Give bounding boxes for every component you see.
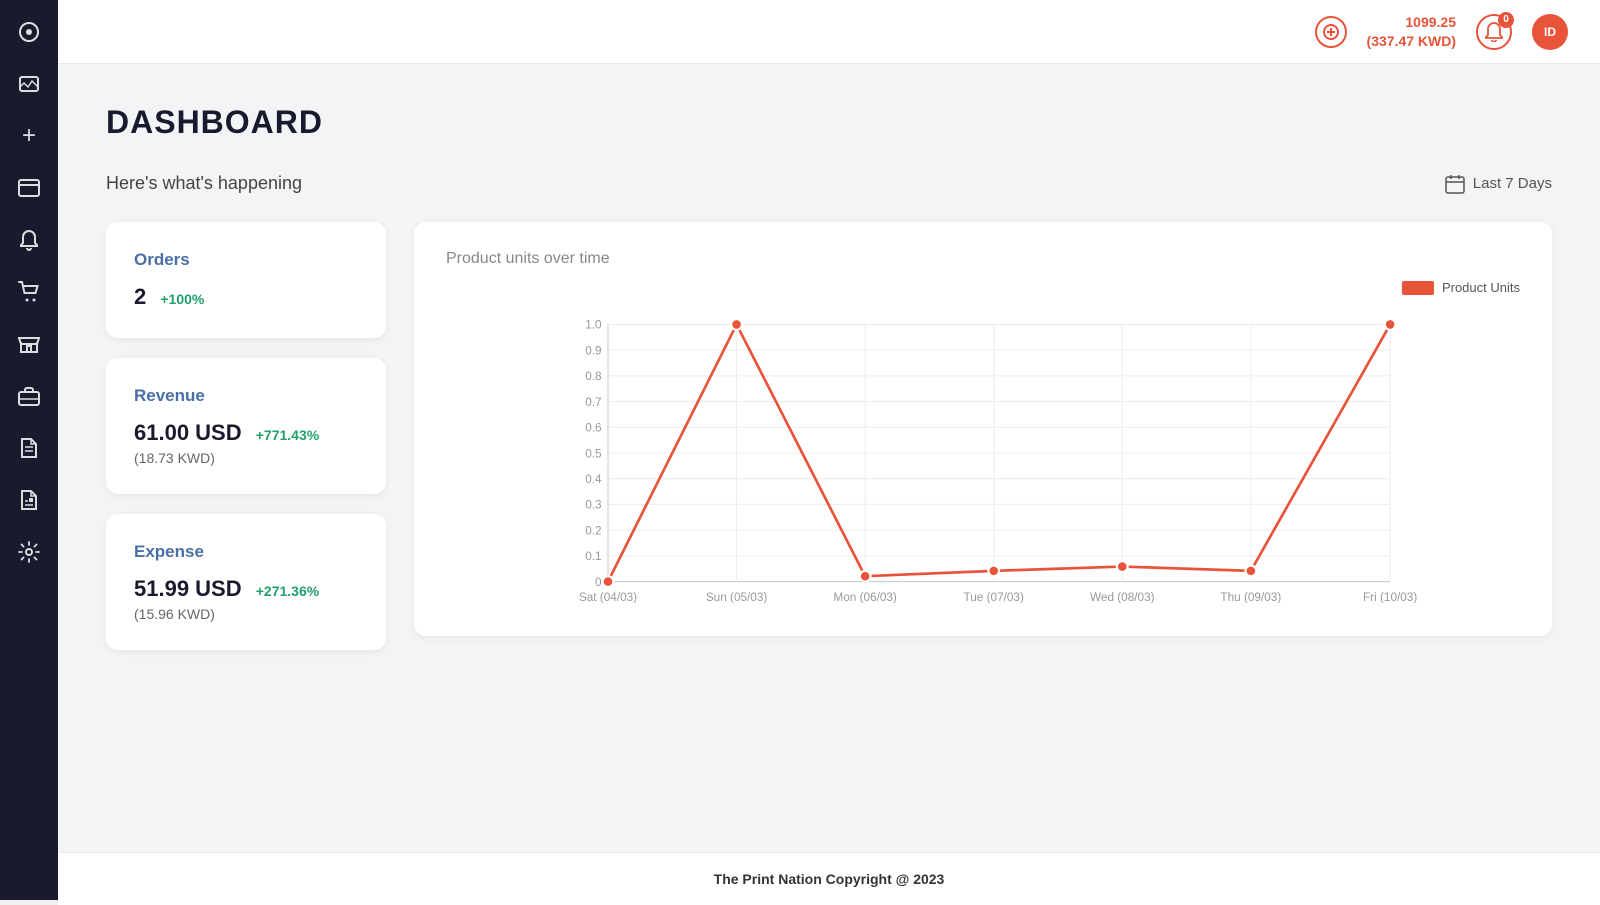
- dashboard-grid: Orders 2 +100% Revenue 61.00 USD +771.43…: [106, 222, 1552, 650]
- svg-text:Tue (07/03): Tue (07/03): [964, 591, 1024, 603]
- orders-card: Orders 2 +100%: [106, 222, 386, 338]
- orders-value: 2 +100%: [134, 284, 358, 310]
- svg-text:0.3: 0.3: [585, 499, 602, 512]
- section-subtitle: Here's what's happening: [106, 173, 302, 194]
- cart-icon[interactable]: [13, 276, 45, 308]
- report-icon[interactable]: [13, 484, 45, 516]
- bell-icon[interactable]: [13, 224, 45, 256]
- svg-text:0.6: 0.6: [585, 422, 602, 435]
- footer: The Print Nation Copyright @ 2023: [58, 852, 1600, 905]
- line-chart: 1.0 0.9 0.8 0.7 0.6 0.5 0.4 0.3 0.2 0.1 …: [446, 303, 1520, 603]
- briefcase-icon[interactable]: [13, 380, 45, 412]
- svg-text:0.4: 0.4: [585, 473, 602, 486]
- date-filter-label: Last 7 Days: [1473, 175, 1552, 192]
- user-avatar[interactable]: ID: [1532, 14, 1568, 50]
- revenue-card: Revenue 61.00 USD +771.43% (18.73 KWD): [106, 358, 386, 494]
- svg-text:0: 0: [595, 576, 602, 589]
- svg-text:Mon (06/03): Mon (06/03): [833, 591, 897, 603]
- expense-value: 51.99 USD +271.36%: [134, 576, 358, 602]
- expense-card: Expense 51.99 USD +271.36% (15.96 KWD): [106, 514, 386, 650]
- svg-text:0.7: 0.7: [585, 396, 601, 409]
- balance-secondary: (337.47 KWD): [1367, 32, 1456, 50]
- dashboard-icon[interactable]: [13, 16, 45, 48]
- add-button[interactable]: [1315, 16, 1347, 48]
- settings-icon[interactable]: [13, 536, 45, 568]
- chart-card: Product units over time Product Units: [414, 222, 1552, 636]
- expense-sub: (15.96 KWD): [134, 606, 358, 622]
- svg-text:0.9: 0.9: [585, 344, 601, 357]
- legend-label: Product Units: [1442, 280, 1520, 295]
- cards-icon[interactable]: [13, 172, 45, 204]
- expense-title: Expense: [134, 542, 358, 562]
- section-header: Here's what's happening Last 7 Days: [106, 173, 1552, 194]
- notification-button[interactable]: 0: [1476, 14, 1512, 50]
- shop-icon[interactable]: [13, 328, 45, 360]
- file-icon[interactable]: [13, 432, 45, 464]
- svg-text:1.0: 1.0: [585, 319, 602, 332]
- svg-text:Thu (09/03): Thu (09/03): [1220, 591, 1281, 603]
- balance-primary: 1099.25: [1367, 13, 1456, 31]
- revenue-value: 61.00 USD +771.43%: [134, 420, 358, 446]
- calendar-icon: [1445, 174, 1465, 194]
- balance-display: 1099.25 (337.47 KWD): [1367, 13, 1456, 49]
- expense-change: +271.36%: [256, 583, 319, 599]
- date-filter-button[interactable]: Last 7 Days: [1445, 174, 1552, 194]
- svg-text:0.2: 0.2: [585, 524, 601, 537]
- svg-text:0.5: 0.5: [585, 447, 602, 460]
- notification-badge: 0: [1498, 12, 1514, 28]
- header: 1099.25 (337.47 KWD) 0 ID: [58, 0, 1600, 64]
- legend-color: [1402, 281, 1434, 295]
- svg-text:Sun (05/03): Sun (05/03): [706, 591, 768, 603]
- svg-text:0.8: 0.8: [585, 370, 602, 383]
- revenue-change: +771.43%: [256, 427, 319, 443]
- page-title: DASHBOARD: [106, 104, 1552, 141]
- add-icon[interactable]: +: [13, 120, 45, 152]
- footer-text: The Print Nation Copyright @ 2023: [714, 871, 945, 887]
- sidebar: +: [0, 0, 58, 900]
- revenue-title: Revenue: [134, 386, 358, 406]
- svg-text:0.1: 0.1: [585, 550, 601, 563]
- svg-text:Fri (10/03): Fri (10/03): [1363, 591, 1417, 603]
- stat-cards: Orders 2 +100% Revenue 61.00 USD +771.43…: [106, 222, 386, 650]
- svg-text:Sat (04/03): Sat (04/03): [579, 591, 637, 603]
- orders-title: Orders: [134, 250, 358, 270]
- main-content: DASHBOARD Here's what's happening Last 7…: [58, 64, 1600, 852]
- svg-text:Wed (08/03): Wed (08/03): [1090, 591, 1155, 603]
- chart-title: Product units over time: [446, 250, 1520, 268]
- orders-change: +100%: [160, 291, 204, 307]
- image-icon[interactable]: [13, 68, 45, 100]
- chart-legend: Product Units: [446, 280, 1520, 295]
- revenue-sub: (18.73 KWD): [134, 450, 358, 466]
